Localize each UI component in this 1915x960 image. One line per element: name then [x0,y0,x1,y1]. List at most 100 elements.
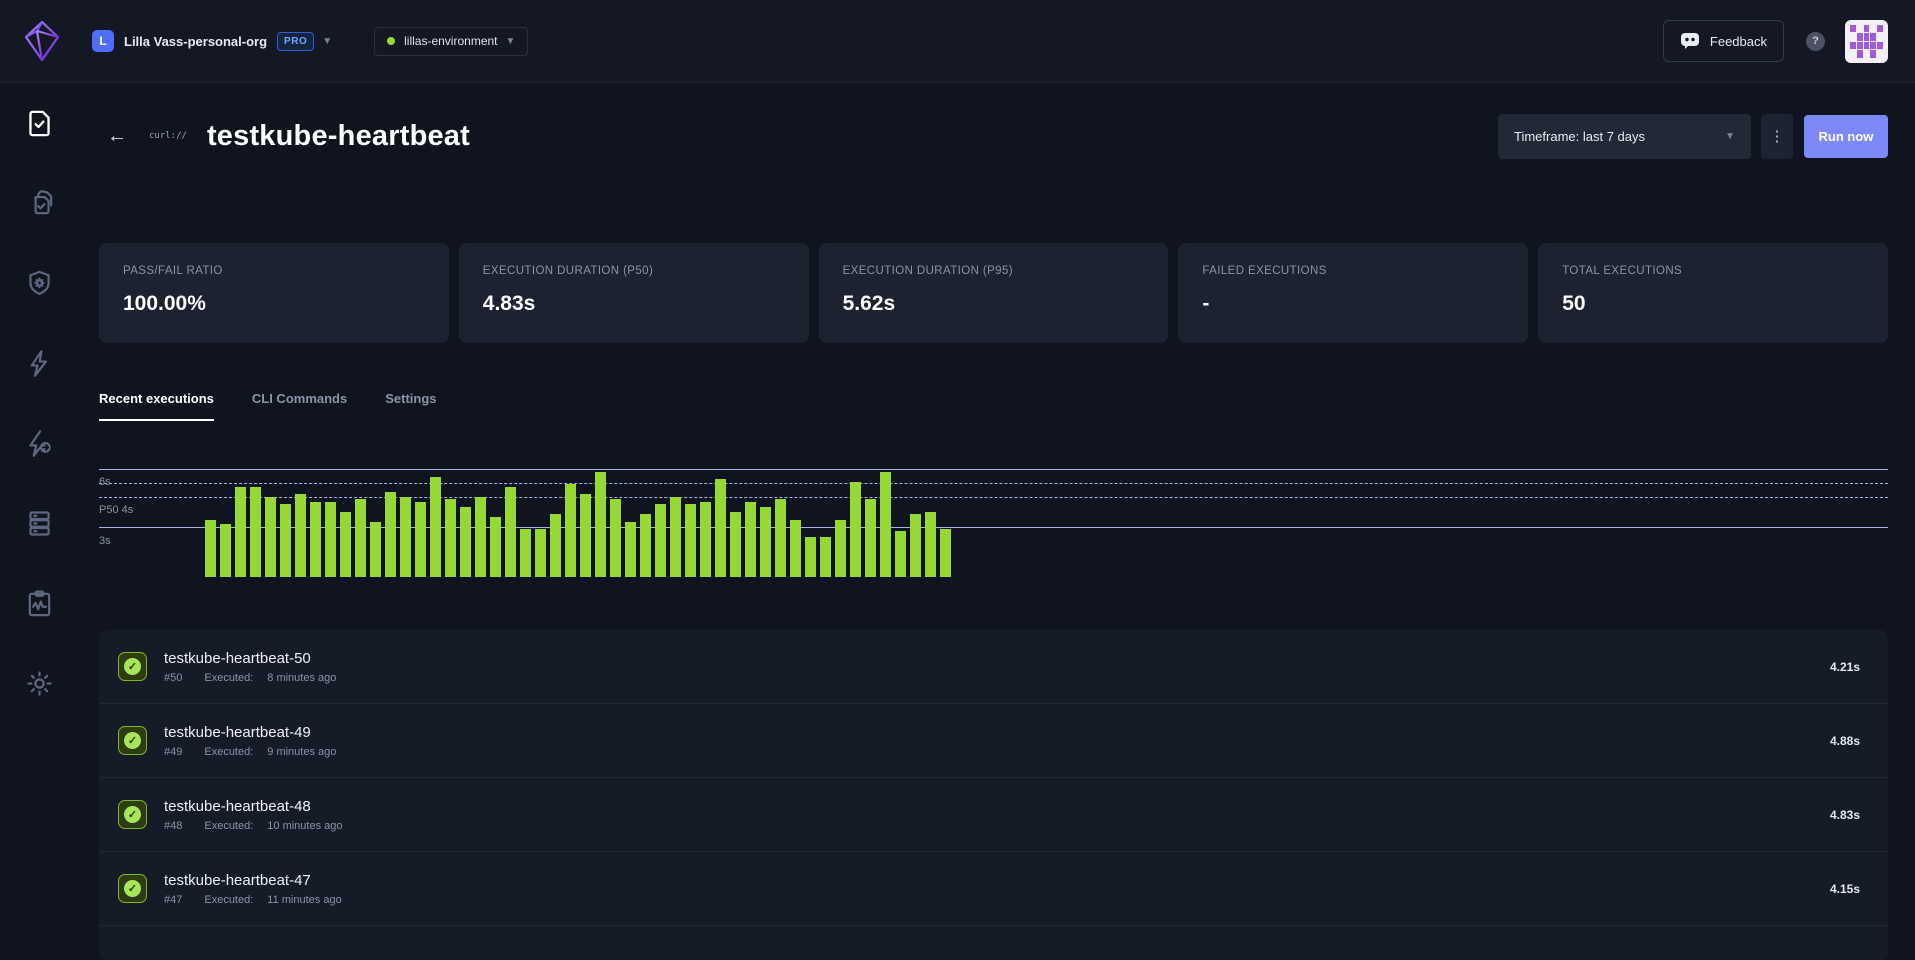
sidebar-item-sources[interactable] [0,483,78,563]
chart-bar[interactable] [415,502,426,577]
execution-name: testkube-heartbeat-49 [164,724,336,741]
chart-bar[interactable] [250,487,261,577]
chart-bar[interactable] [385,492,396,577]
org-avatar: L [92,30,114,52]
chart-bar[interactable] [205,520,216,577]
chart-bar[interactable] [550,514,561,577]
chart-bar[interactable] [700,502,711,577]
chart-bar[interactable] [640,514,651,577]
sidebar-item-executors[interactable] [0,243,78,323]
back-button[interactable]: ← [107,125,127,148]
chart-bar[interactable] [595,472,606,577]
chart-bar[interactable] [610,499,621,577]
chart-bar[interactable] [520,529,531,577]
timeframe-dropdown[interactable]: Timeframe: last 7 days ▼ [1498,114,1751,159]
chart-bar[interactable] [850,482,861,577]
chart-bar[interactable] [835,520,846,577]
chart-bar[interactable] [925,512,936,577]
chart-bar[interactable] [670,497,681,577]
sidebar-item-tests[interactable] [0,83,78,163]
chart-bar[interactable] [310,502,321,577]
chart-bar[interactable] [370,522,381,577]
chart-bar[interactable] [745,502,756,577]
chart-bar[interactable] [220,524,231,577]
chart-bar[interactable] [940,529,951,577]
passed-status-icon: ✓ [118,652,147,681]
execution-row[interactable]: ✓ testkube-heartbeat-50 #50Executed:8 mi… [99,630,1888,704]
metric-duration-p95: EXECUTION DURATION (P95) 5.62s [819,243,1169,343]
chart-bar[interactable] [730,512,741,577]
chart-bar[interactable] [505,487,516,577]
chart-bar[interactable] [355,499,366,577]
org-name: Lilla Vass-personal-org [124,34,267,49]
run-now-button[interactable]: Run now [1804,115,1888,158]
chart-bar[interactable] [325,502,336,577]
chart-bar[interactable] [400,497,411,577]
chart-bar[interactable] [565,484,576,577]
chart-bar[interactable] [430,477,441,577]
chart-bar[interactable] [685,504,696,577]
chart-bar[interactable] [475,497,486,577]
sidebar-item-status-pages[interactable] [0,563,78,643]
metric-duration-p50: EXECUTION DURATION (P50) 4.83s [459,243,809,343]
tab-cli-commands[interactable]: CLI Commands [252,391,347,421]
executed-label: Executed: [204,894,253,906]
chart-bar[interactable] [910,514,921,577]
tab-settings[interactable]: Settings [385,391,436,421]
execution-row[interactable]: ✓ testkube-heartbeat-48 #48Executed:10 m… [99,778,1888,852]
environment-selector[interactable]: lillas-environment ▼ [374,27,528,56]
chart-bar[interactable] [865,499,876,577]
stacked-docs-check-icon [24,188,55,219]
chart-bar[interactable] [280,504,291,577]
chart-bar[interactable] [580,494,591,577]
chart-bar[interactable] [490,517,501,577]
chart-bar[interactable] [265,497,276,577]
chart-bar[interactable] [460,507,471,577]
execution-duration: 4.15s [1830,882,1860,896]
main-content: ← curl:// testkube-heartbeat Timeframe: … [78,83,1915,936]
execution-name: testkube-heartbeat-50 [164,650,336,667]
tab-recent-executions[interactable]: Recent executions [99,391,214,421]
org-selector[interactable]: L Lilla Vass-personal-org PRO ▼ [92,30,332,52]
execution-name: testkube-heartbeat-47 [164,872,342,889]
chart-bar[interactable] [880,472,891,577]
execution-time: 9 minutes ago [267,746,336,758]
discord-icon [1680,33,1700,49]
chart-bar[interactable] [625,522,636,577]
execution-row-partial[interactable] [99,926,1888,960]
user-avatar[interactable] [1845,20,1888,63]
chart-bar[interactable] [535,529,546,577]
chart-bar[interactable] [820,537,831,577]
chart-bar[interactable] [235,487,246,577]
chart-bar[interactable] [295,494,306,577]
chart-bar[interactable] [340,512,351,577]
more-options-button[interactable]: ⋮ [1761,114,1793,159]
testkube-logo-icon[interactable] [24,19,60,63]
chevron-down-icon: ▼ [506,36,516,47]
sidebar-item-webhooks[interactable] [0,403,78,483]
execution-row[interactable]: ✓ testkube-heartbeat-49 #49Executed:9 mi… [99,704,1888,778]
metric-value: 5.62s [843,292,1145,316]
execution-row[interactable]: ✓ testkube-heartbeat-47 #47Executed:11 m… [99,852,1888,926]
chart-bar[interactable] [805,537,816,577]
help-icon[interactable]: ? [1806,32,1825,51]
chart-bar[interactable] [715,479,726,577]
chart-bar[interactable] [895,531,906,577]
sidebar-item-settings[interactable] [0,643,78,723]
execution-time: 11 minutes ago [267,894,341,906]
passed-status-icon: ✓ [118,726,147,755]
feedback-button[interactable]: Feedback [1663,20,1784,62]
chart-bar[interactable] [790,520,801,577]
pro-badge: PRO [277,32,314,51]
metric-label: EXECUTION DURATION (P95) [843,265,1145,277]
execution-duration: 4.88s [1830,734,1860,748]
sidebar-item-test-suites[interactable] [0,163,78,243]
tab-bar: Recent executions CLI Commands Settings [99,391,475,421]
chart-bar[interactable] [760,507,771,577]
chart-bar[interactable] [655,504,666,577]
timeframe-label: Timeframe: last 7 days [1514,129,1645,144]
chart-bar[interactable] [445,499,456,577]
sidebar-item-triggers[interactable] [0,323,78,403]
chart-bar[interactable] [775,499,786,577]
execution-number: #50 [164,672,182,684]
